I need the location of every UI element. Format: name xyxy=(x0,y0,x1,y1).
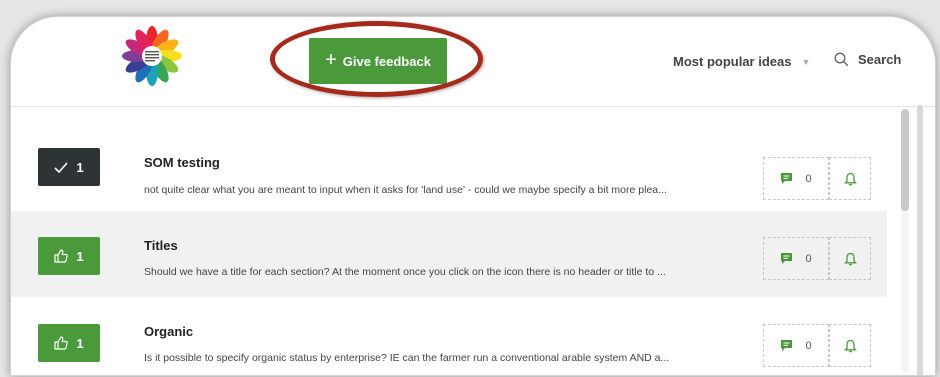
comments-button[interactable]: 0 xyxy=(763,324,829,367)
comment-icon xyxy=(781,340,793,351)
idea-title[interactable]: SOM testing xyxy=(144,155,220,170)
vote-count: 1 xyxy=(76,335,84,351)
comments-button[interactable]: 0 xyxy=(763,157,829,200)
app-window: + Give feedback Most popular ideas ▼ Sea… xyxy=(10,16,936,376)
search-icon xyxy=(834,52,849,67)
comment-count: 0 xyxy=(805,339,812,352)
comments-button[interactable]: 0 xyxy=(763,237,829,280)
idea-row[interactable]: 1 SOM testing not quite clear what you a… xyxy=(11,121,887,207)
window-scrollbar[interactable] xyxy=(917,105,923,375)
comment-icon xyxy=(781,253,793,264)
idea-title[interactable]: Organic xyxy=(144,324,193,339)
idea-description: not quite clear what you are meant to in… xyxy=(144,184,667,196)
chevron-down-icon: ▼ xyxy=(801,56,811,67)
vote-button[interactable]: 1 xyxy=(38,324,100,362)
bell-icon xyxy=(843,252,857,265)
bell-icon xyxy=(843,172,857,185)
search-button[interactable]: Search xyxy=(834,52,901,67)
plus-icon: + xyxy=(325,49,337,71)
idea-row[interactable]: 1 Titles Should we have a title for each… xyxy=(11,211,887,297)
idea-description: Is it possible to specify organic status… xyxy=(144,352,670,364)
give-feedback-button[interactable]: + Give feedback xyxy=(309,38,447,84)
comment-icon xyxy=(781,173,793,184)
vote-count: 1 xyxy=(76,159,84,175)
bell-icon xyxy=(843,339,857,352)
ideas-list: 1 SOM testing not quite clear what you a… xyxy=(11,107,891,375)
thumbs-up-icon xyxy=(54,336,69,350)
sort-dropdown-label: Most popular ideas xyxy=(673,54,792,69)
subscribe-button[interactable] xyxy=(829,237,871,280)
idea-row[interactable]: 1 Organic Is it possible to specify orga… xyxy=(11,297,887,375)
subscribe-button[interactable] xyxy=(829,157,871,200)
vote-count: 1 xyxy=(76,248,84,264)
comment-count: 0 xyxy=(805,172,812,185)
search-label: Search xyxy=(858,52,902,67)
sort-dropdown[interactable]: Most popular ideas ▼ xyxy=(673,54,810,69)
idea-description: Should we have a title for each section?… xyxy=(144,266,666,278)
header: + Give feedback Most popular ideas ▼ Sea… xyxy=(11,17,935,107)
thumbs-up-icon xyxy=(54,249,69,263)
vote-button[interactable]: 1 xyxy=(38,237,100,275)
subscribe-button[interactable] xyxy=(829,324,871,367)
pinwheel-logo-icon[interactable] xyxy=(121,25,183,87)
list-scrollbar[interactable] xyxy=(901,109,909,373)
give-feedback-label: Give feedback xyxy=(342,53,431,69)
scrollbar-thumb[interactable] xyxy=(901,109,909,211)
idea-title[interactable]: Titles xyxy=(144,238,178,253)
vote-button[interactable]: 1 xyxy=(38,148,100,186)
checkmark-icon xyxy=(54,161,68,173)
comment-count: 0 xyxy=(805,252,812,265)
